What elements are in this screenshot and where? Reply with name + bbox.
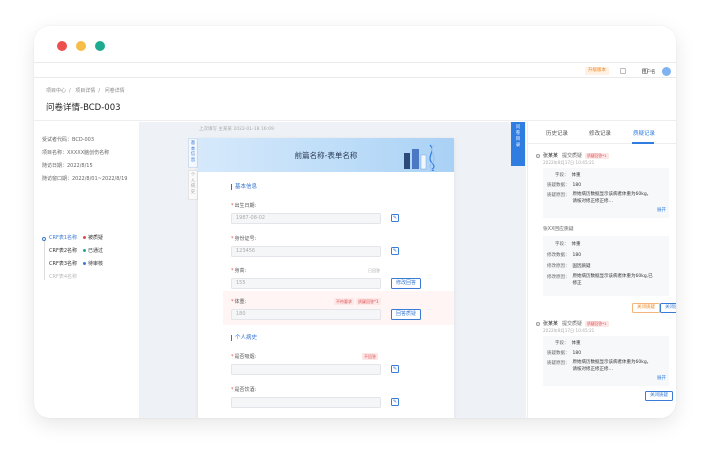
query-detail: 字段： 体重 质疑数据： 180 质疑原因： 原始病历数据显示该病者体重为60kg，请… [543,168,669,218]
username-label[interactable]: 用户名 [642,68,656,77]
close-query-button[interactable]: 关闭质疑 [632,303,660,313]
modify-answer-button[interactable]: 修改回答 [391,278,422,289]
height-label: *身高: [231,268,247,274]
smoking-input[interactable] [231,364,381,375]
records-tabs: 历史记录 修改记录 质疑记录 [528,122,676,144]
page-title: 问卷详情-BCD-003 [46,103,121,113]
project-name: 项目名称：XXXXX脑创伤名称 [42,150,110,156]
timeline-dot-icon [536,321,540,326]
crf-name: CRF表2名称 [49,248,78,254]
crf-name: CRF表4名称 [49,274,78,280]
edit-icon[interactable]: ✎ [391,214,399,222]
edit-icon[interactable]: ✎ [391,398,399,406]
visit-date: 随访日期：2022/8/15 [42,163,93,169]
form-card: 前篇名称-表单名称 基本信息 *出生日期: 1987-08-02 ✎ *身份证号… [198,138,454,418]
crf-status: 待审核 [88,261,104,267]
form-area: 上次填写 主某某 2022-01-18 16:09 基本信息 个人病史 前篇名称… [139,122,526,418]
breadcrumb-item: 问卷详情 [104,88,125,94]
crf-item[interactable]: CRF表4名称 [42,271,138,284]
maximize-window-button[interactable] [95,41,105,51]
crf-status: 已通过 [88,248,104,254]
query-record-2: 张某某 提交质疑 质疑回答*1 2022年8月17日 10:45:21 字段： 体重 … [536,318,673,418]
weight-input[interactable]: 180 [231,309,381,320]
expand-link[interactable]: 展开 [657,375,666,381]
query-header: 张某某 提交质疑 质疑回答*1 [536,320,609,327]
notification-icon[interactable] [620,68,626,74]
timeline-dot-icon [536,153,540,158]
smoking-label: *是否吸烟: [231,354,257,360]
tab-modify[interactable]: 修改记录 [589,129,611,137]
breadcrumb-item[interactable]: 项目详情 [75,88,95,94]
crf-status: 被质疑 [88,235,104,241]
birth-input[interactable]: 1987-08-02 [231,213,381,224]
side-tab-history[interactable]: 个人病史 [188,170,198,200]
crf-name: CRF表3名称 [49,261,78,267]
side-tab-basic[interactable]: 基本信息 [188,138,198,168]
expand-link[interactable]: 展开 [657,207,666,213]
subject-info-panel: 受试者代码：BCD-003 项目名称：XXXXX脑创伤名称 随访日期：2022/… [34,122,138,418]
close-query-button[interactable]: 关闭质疑 [645,391,673,401]
crf-item[interactable]: CRF表2名称 已通过 [42,245,138,267]
edit-icon[interactable]: ✎ [391,365,399,373]
questionnaire-directory-tab[interactable]: 问卷目录 [511,122,525,166]
edit-icon[interactable]: ✎ [391,247,399,255]
query-detail: 字段： 体重 质疑数据： 180 质疑原因： 原始病历数据显示该病者体重为60kg，请… [543,336,669,386]
breadcrumb-item[interactable]: 项目中心 [46,88,66,94]
form-banner: 前篇名称-表单名称 [198,138,454,172]
status-dot-icon [83,249,87,252]
visit-window: 随访窗口期：2022/8/01~2022/8/19 [42,176,128,182]
id-label: *身份证号: [231,236,257,242]
answer-query-button[interactable]: 回答质疑 [391,309,422,320]
crf-name: CRF表1名称 [49,235,78,241]
subject-code: 受试者代码：BCD-003 [42,137,95,143]
upgrade-tag[interactable]: 升级版本 [585,67,609,75]
query-record-1: 张某某 提交质疑 质疑回答*1 2022年8月17日 10:45:21 字段： 体重 … [536,150,676,340]
status-dot-icon [83,236,87,239]
query-header: 张某某 提交质疑 质疑回答*1 [536,152,609,159]
section-title-basic: 基本信息 [231,184,257,190]
top-bar: 升级版本 [34,62,676,78]
app-window: 升级版本 项目中心 / 项目详情 / 问卷详情 问卷详情-BCD-003 受试者代码… [34,26,676,418]
answered-badge: 已回答 [368,268,380,273]
no-answer-badge: 不回答 [362,353,378,360]
reply-header: 张XX回应质疑 [543,227,574,232]
status-dot-icon [83,262,87,265]
page-header: 项目中心 / 项目详情 / 问卷详情 问卷详情-BCD-003 [34,79,676,121]
crf-item[interactable]: CRF表1名称 被质疑 [42,232,138,254]
medical-illustration-icon [404,144,435,171]
crf-item[interactable]: CRF表3名称 待审核 [42,258,138,280]
drinking-input[interactable] [231,397,381,408]
id-input[interactable]: 123456 [231,246,381,257]
height-input[interactable]: 155 [231,278,381,289]
avatar[interactable] [662,67,671,76]
query-time: 2022年8月17日 10:45:21 [543,160,595,165]
close-window-button[interactable] [57,41,67,51]
window-chrome [34,26,676,62]
reply-detail: 字段： 体重 修改数据： 180 修改原因： 国因质疑 修改原因： 原始病历数据显示该病… [543,236,669,296]
form-side-tabs: 基本信息 个人病史 [188,138,198,200]
section-title-history: 个人病史 [231,335,257,341]
tab-query[interactable]: 质疑记录 [633,129,655,137]
breadcrumb: 项目中心 / 项目详情 / 问卷详情 [46,88,125,94]
last-edit-meta: 上次填写 主某某 2022-01-18 16:09 [199,127,274,132]
query-time: 2022年8月17日 10:45:21 [543,328,595,333]
minimize-window-button[interactable] [76,41,86,51]
weight-label: *体重: [231,299,247,305]
records-panel: 历史记录 修改记录 质疑记录 张某某 提交质疑 质疑回答*1 2022年8月17日 … [527,122,676,418]
resolve-query-button[interactable]: 关闭质疑 [660,303,676,313]
active-tab-indicator [632,142,654,144]
birth-label: *出生日期: [231,203,257,209]
invalid-badge: 不符要求 [334,298,354,305]
crf-list: CRF表1名称 被质疑 CRF表2名称 已通过 CRF表3名称 待审核 CRF表4名称 [42,232,138,284]
tab-history[interactable]: 历史记录 [546,129,568,137]
directory-label: 问卷目录 [515,125,521,148]
query-count-badge: 质疑回答*1 [356,298,381,305]
drinking-label: *是否饮酒: [231,387,257,393]
